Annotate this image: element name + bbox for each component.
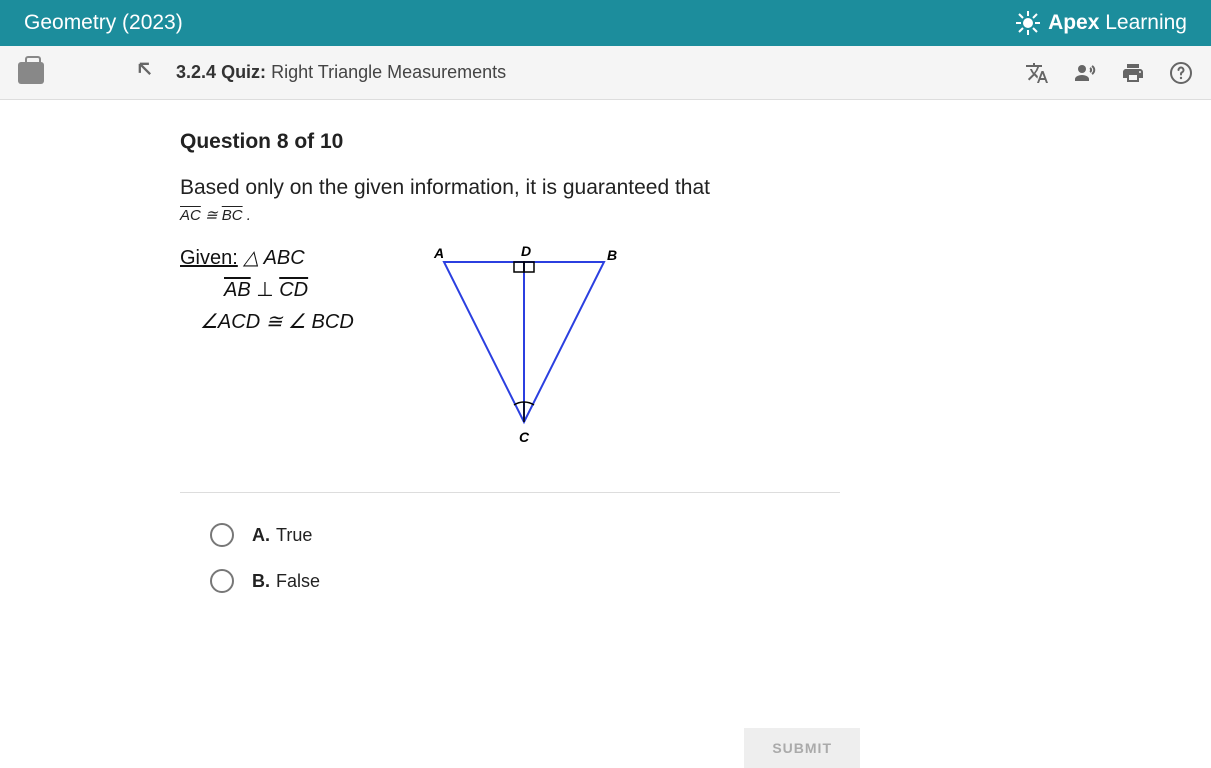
svg-text:B: B bbox=[607, 247, 617, 263]
divider bbox=[180, 492, 840, 493]
toolbar-right bbox=[1025, 61, 1193, 85]
question-conclusion: AC ≅ BC . bbox=[180, 206, 900, 224]
option-label: A.True bbox=[252, 525, 312, 546]
option-b[interactable]: B.False bbox=[210, 569, 900, 593]
option-a[interactable]: A.True bbox=[210, 523, 900, 547]
svg-text:A: A bbox=[433, 245, 444, 261]
option-label: B.False bbox=[252, 571, 320, 592]
course-title: Geometry (2023) bbox=[24, 11, 183, 35]
question-prompt: Based only on the given information, it … bbox=[180, 176, 900, 200]
svg-text:C: C bbox=[519, 429, 530, 445]
radio-icon[interactable] bbox=[210, 569, 234, 593]
read-aloud-icon[interactable] bbox=[1073, 61, 1097, 85]
submit-button[interactable]: SUBMIT bbox=[744, 728, 860, 768]
triangle-diagram: A D B C bbox=[414, 242, 634, 452]
quiz-title: 3.2.4 Quiz: Right Triangle Measurements bbox=[176, 62, 506, 83]
question-counter: Question 8 of 10 bbox=[180, 130, 900, 154]
svg-text:D: D bbox=[521, 243, 531, 259]
quiz-toolbar: 3.2.4 Quiz: Right Triangle Measurements bbox=[0, 46, 1211, 100]
print-icon[interactable] bbox=[1121, 61, 1145, 85]
given-text: Given: △ ABC AB ⊥ CD ∠ACD ≅ ∠ BCD bbox=[180, 242, 354, 338]
briefcase-icon[interactable] bbox=[18, 62, 44, 84]
question-content: Question 8 of 10 Based only on the given… bbox=[0, 100, 900, 593]
given-block: Given: △ ABC AB ⊥ CD ∠ACD ≅ ∠ BCD A D bbox=[180, 242, 900, 452]
radio-icon[interactable] bbox=[210, 523, 234, 547]
apex-logo-icon bbox=[1016, 11, 1040, 35]
brand-text: Apex Learning bbox=[1048, 11, 1187, 35]
help-icon[interactable] bbox=[1169, 61, 1193, 85]
back-arrow-icon[interactable] bbox=[134, 58, 156, 87]
submit-bar: SUBMIT bbox=[180, 728, 860, 768]
course-header: Geometry (2023) Apex Learning bbox=[0, 0, 1211, 46]
translate-icon[interactable] bbox=[1025, 61, 1049, 85]
brand: Apex Learning bbox=[1016, 11, 1187, 35]
